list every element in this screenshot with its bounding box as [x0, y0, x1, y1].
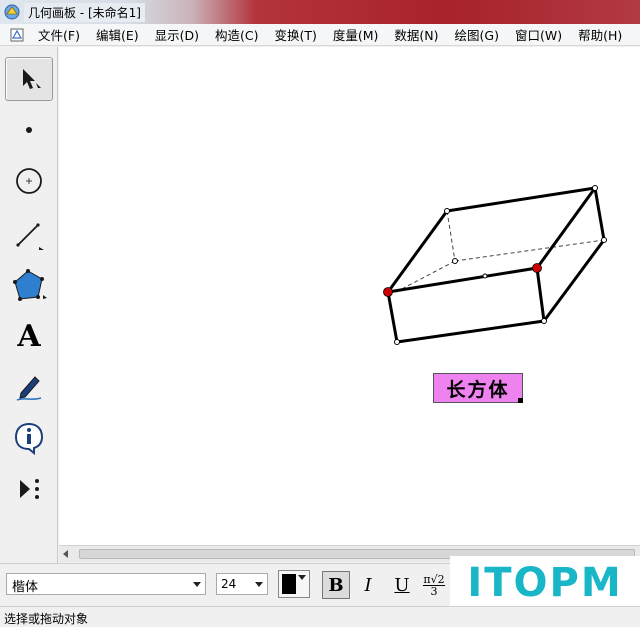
vertex-point[interactable]: [444, 208, 450, 214]
arrow-icon: [23, 69, 41, 89]
cuboid-edge[interactable]: [593, 186, 606, 242]
information-tool[interactable]: [5, 416, 53, 460]
menu-window[interactable]: 窗口(W): [507, 25, 570, 44]
cuboid-edge[interactable]: [535, 186, 597, 270]
toolbox: A: [0, 47, 58, 563]
cuboid-edge[interactable]: [386, 209, 449, 294]
math-format-button[interactable]: π√2 3: [420, 571, 448, 599]
marker-icon: [16, 376, 42, 401]
text-color-button[interactable]: [278, 570, 310, 598]
math-numerator: π√2: [423, 572, 445, 586]
menu-graph[interactable]: 绘图(G): [447, 25, 507, 44]
scroll-left-arrow-icon[interactable]: [63, 550, 68, 558]
custom-tool[interactable]: [5, 467, 53, 511]
info-icon: [14, 422, 44, 456]
point-tool[interactable]: [5, 108, 53, 152]
highlighted-point[interactable]: [383, 287, 393, 297]
resize-handle[interactable]: [518, 398, 523, 403]
menu-transform[interactable]: 变换(T): [266, 25, 324, 44]
underline-button[interactable]: U: [388, 571, 416, 599]
shape-label-box[interactable]: 长方体: [433, 373, 523, 403]
vertex-point[interactable]: [541, 318, 547, 324]
sketchpad-window: 几何画板 - [未命名1] 文件(F) 编辑(E) 显示(D) 构造(C) 变换…: [0, 0, 640, 627]
cuboid-edge[interactable]: [386, 266, 539, 294]
font-family-select[interactable]: 楷体: [6, 573, 206, 595]
cuboid-edge[interactable]: [395, 319, 546, 344]
app-icon: [4, 4, 20, 20]
hidden-vertex-point[interactable]: [452, 258, 458, 264]
vertex-point[interactable]: [601, 237, 607, 243]
cuboid-edge[interactable]: [445, 186, 597, 213]
menu-edit[interactable]: 编辑(E): [88, 25, 147, 44]
chevron-down-icon[interactable]: [255, 582, 263, 587]
cuboid-edge[interactable]: [386, 290, 399, 344]
hidden-edge[interactable]: [454, 239, 605, 262]
cuboid-figure[interactable]: [59, 47, 640, 545]
color-swatch: [282, 574, 296, 594]
sketch-canvas[interactable]: 长方体: [59, 47, 640, 545]
menu-file[interactable]: 文件(F): [30, 25, 88, 44]
menu-data[interactable]: 数据(N): [386, 25, 446, 44]
menu-display[interactable]: 显示(D): [147, 25, 207, 44]
compass-tool[interactable]: [5, 159, 53, 203]
font-family-value: 楷体: [12, 580, 39, 595]
menu-measure[interactable]: 度量(M): [325, 25, 387, 44]
menu-bar: 文件(F) 编辑(E) 显示(D) 构造(C) 变换(T) 度量(M) 数据(N…: [0, 24, 640, 46]
cuboid-edge[interactable]: [535, 266, 546, 323]
font-size-value: 24: [221, 577, 237, 591]
text-tool-glyph: A: [17, 318, 41, 354]
title-bar: 几何画板 - [未命名1]: [0, 0, 640, 24]
circle-icon: [16, 168, 42, 194]
vertex-point[interactable]: [592, 185, 598, 191]
polygon-tool[interactable]: [5, 263, 53, 307]
point-icon: [26, 127, 32, 133]
bold-button[interactable]: B: [322, 571, 350, 599]
hidden-edge[interactable]: [446, 210, 456, 262]
vertex-point[interactable]: [394, 339, 400, 345]
window-title: 几何画板 - [未命名1]: [24, 2, 145, 22]
custom-tools-icon: [20, 479, 39, 499]
math-denominator: 3: [430, 584, 438, 598]
chevron-down-icon[interactable]: [298, 575, 306, 580]
text-tool[interactable]: A: [5, 314, 53, 358]
watermark-logo: ITOPM: [450, 556, 640, 610]
shape-label-text: 长方体: [446, 378, 510, 401]
highlighted-point[interactable]: [532, 263, 542, 273]
line-segment-icon: [16, 223, 44, 250]
polygon-icon: [13, 269, 47, 301]
italic-button[interactable]: I: [354, 571, 382, 599]
midpoint[interactable]: [482, 273, 488, 279]
chevron-down-icon[interactable]: [193, 582, 201, 587]
marker-tool[interactable]: [5, 365, 53, 409]
menu-construct[interactable]: 构造(C): [207, 25, 266, 44]
status-bar: 选择或拖动对象: [0, 606, 640, 627]
font-size-select[interactable]: 24: [216, 573, 268, 595]
document-icon[interactable]: [10, 28, 24, 42]
cuboid-edge[interactable]: [542, 238, 606, 323]
select-arrow-tool[interactable]: [5, 57, 53, 101]
menu-help[interactable]: 帮助(H): [570, 25, 630, 44]
straightedge-tool[interactable]: [5, 212, 53, 256]
